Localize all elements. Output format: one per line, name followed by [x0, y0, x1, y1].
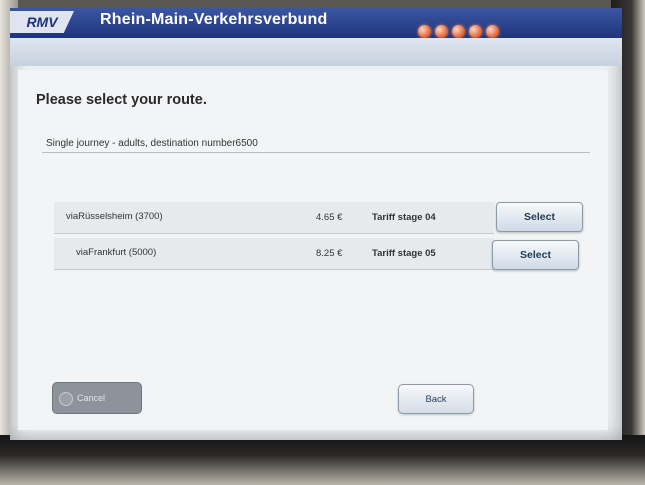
cancel-button[interactable]: Cancel — [52, 382, 142, 414]
rmv-logo: RMV — [10, 11, 74, 33]
journey-info: Single journey - adults, destination num… — [46, 138, 258, 149]
route-name: viaFrankfurt (5000) — [76, 247, 157, 258]
route-row-ruesselsheim: viaRüsselsheim (3700) 4.65 € Tariff stag… — [54, 202, 494, 234]
app-title: Rhein-Main-Verkehrsverbund — [100, 11, 328, 28]
main-panel: Please select your route. Single journey… — [18, 70, 608, 430]
route-tariff-stage: Tariff stage 04 — [372, 212, 436, 223]
language-button-1[interactable] — [418, 25, 431, 38]
route-price: 4.65 € — [316, 212, 343, 223]
page-title: Please select your route. — [36, 92, 207, 108]
route-price: 8.25 € — [316, 248, 343, 259]
select-route-ruesselsheim-button[interactable]: Select — [496, 202, 583, 232]
language-button-5[interactable] — [486, 25, 499, 38]
language-button-4[interactable] — [469, 25, 482, 38]
route-tariff-stage: Tariff stage 05 — [372, 248, 436, 259]
kiosk-screen: RMV Rhein-Main-Verkehrsverbund Please se… — [10, 8, 622, 440]
cancel-label: Cancel — [77, 393, 106, 403]
language-button-2[interactable] — [435, 25, 448, 38]
language-button-3[interactable] — [452, 25, 465, 38]
header-bar: RMV Rhein-Main-Verkehrsverbund — [10, 8, 622, 38]
select-route-frankfurt-button[interactable]: Select — [492, 240, 579, 270]
header-band — [10, 38, 622, 66]
language-selector — [418, 25, 499, 38]
route-name: viaRüsselsheim (3700) — [66, 211, 163, 222]
route-row-frankfurt: viaFrankfurt (5000) 8.25 € Tariff stage … — [54, 238, 494, 270]
terminal-bezel-bottom — [0, 435, 645, 485]
divider — [42, 152, 590, 153]
back-button[interactable]: Back — [398, 384, 474, 414]
cancel-icon — [59, 392, 73, 406]
